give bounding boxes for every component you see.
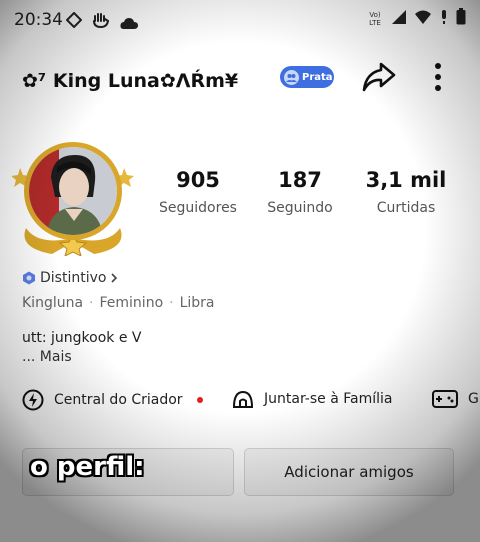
diamond-icon	[65, 11, 83, 32]
gamepad-icon	[432, 389, 458, 409]
creator-center-label: Central do Criador	[54, 392, 183, 408]
notification-dot	[196, 397, 203, 403]
level-badge[interactable]: Prata	[280, 66, 334, 88]
profile-details: Kingluna · Feminino · Libra	[22, 295, 215, 311]
followers-count: 905	[176, 168, 220, 192]
battery-icon	[456, 8, 466, 29]
games-button[interactable]: G	[432, 389, 479, 409]
share-icon[interactable]	[361, 60, 397, 98]
hand-icon	[92, 12, 110, 32]
cloud-icon	[120, 14, 138, 33]
profile-bio: utt: jungkook e V	[22, 330, 142, 346]
separator-dot: ·	[89, 295, 94, 311]
bio-more-link[interactable]: ... Mais	[22, 349, 72, 365]
signal-icon	[391, 9, 407, 29]
avatar	[24, 142, 122, 240]
mute-icon	[439, 9, 449, 29]
network-label: Vo) LTE	[369, 10, 381, 27]
chevron-right-icon	[110, 272, 118, 284]
likes-label: Curtidas	[376, 200, 436, 216]
profile-sign: Libra	[179, 295, 215, 311]
join-family-label: Juntar-se à Família	[264, 391, 393, 407]
profile-gender: Feminino	[99, 295, 164, 311]
status-right: Vo) LTE	[366, 8, 466, 29]
add-friends-button[interactable]: Adicionar amigos	[244, 448, 454, 496]
group-icon	[284, 69, 299, 85]
overlay-caption: o perfil:	[30, 452, 145, 482]
badge-link[interactable]: Distintivo	[22, 270, 118, 286]
likes-count: 3,1 mil	[365, 168, 447, 192]
level-badge-label: Prata	[302, 71, 333, 83]
stat-followers[interactable]: 905 Seguidores	[148, 168, 248, 216]
lightning-circle-icon	[22, 389, 44, 411]
join-family-button[interactable]: Juntar-se à Família	[232, 389, 392, 409]
following-label: Seguindo	[267, 200, 333, 216]
stat-likes[interactable]: 3,1 mil Curtidas	[356, 168, 456, 216]
status-time: 20:34	[14, 10, 63, 30]
games-label: G	[468, 391, 479, 407]
separator-dot: ·	[169, 295, 174, 311]
stat-following[interactable]: 187 Seguindo	[250, 168, 350, 216]
avatar-photo	[29, 147, 117, 235]
more-options-icon[interactable]	[432, 60, 444, 98]
wifi-icon	[414, 9, 432, 29]
profile-name: Kingluna	[22, 295, 84, 311]
followers-label: Seguidores	[159, 200, 237, 216]
following-count: 187	[278, 168, 322, 192]
badge-hex-icon	[22, 271, 36, 285]
profile-header: ✿⁷ King Luna✿ΛŔm¥ Prata	[0, 56, 480, 102]
add-friends-label: Adicionar amigos	[284, 463, 414, 481]
badge-link-label: Distintivo	[40, 270, 107, 286]
avatar-frame[interactable]	[12, 138, 134, 256]
tent-icon	[232, 389, 254, 409]
username: ✿⁷ King Luna✿ΛŔm¥	[22, 70, 239, 92]
creator-center-button[interactable]: Central do Criador	[22, 389, 203, 411]
status-bar: 20:34 Vo) LTE	[0, 0, 480, 40]
